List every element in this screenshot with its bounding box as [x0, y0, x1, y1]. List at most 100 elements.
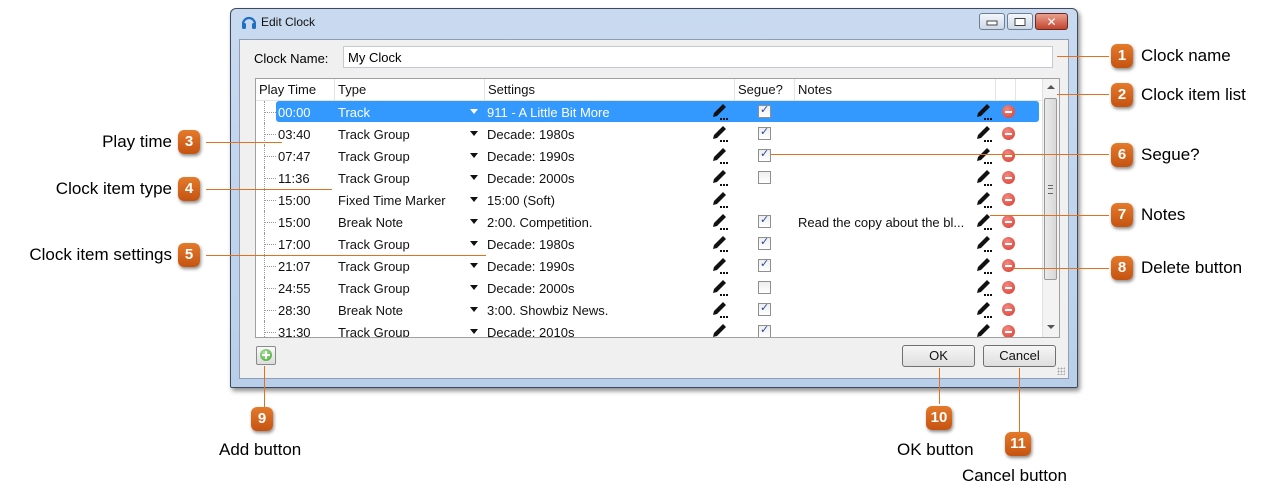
segue-checkbox[interactable]: ✓ — [758, 125, 771, 140]
segue-checkbox[interactable]: ✓ — [758, 235, 771, 250]
delete-icon[interactable] — [1002, 149, 1015, 162]
segue-checkbox[interactable] — [758, 281, 771, 294]
maximize-button[interactable] — [1007, 13, 1033, 30]
edit-settings-icon[interactable] — [710, 125, 730, 143]
play-time-cell[interactable]: 15:00 — [278, 193, 311, 208]
type-dropdown-arrow-icon[interactable] — [470, 109, 478, 114]
header-type[interactable]: Type — [335, 79, 485, 100]
delete-icon[interactable] — [1002, 105, 1015, 118]
delete-icon[interactable] — [1002, 281, 1015, 294]
play-time-cell[interactable]: 00:00 — [278, 105, 311, 120]
edit-settings-icon[interactable] — [710, 147, 730, 165]
type-dropdown-arrow-icon[interactable] — [470, 175, 478, 180]
vertical-scrollbar[interactable] — [1042, 79, 1059, 337]
type-cell[interactable]: Track Group — [338, 127, 410, 142]
delete-icon[interactable] — [1002, 127, 1015, 140]
type-dropdown-arrow-icon[interactable] — [470, 263, 478, 268]
type-dropdown-arrow-icon[interactable] — [470, 307, 478, 312]
edit-notes-icon[interactable] — [974, 191, 994, 209]
edit-settings-icon[interactable] — [710, 279, 730, 297]
segue-checkbox[interactable]: ✓ — [758, 257, 771, 272]
settings-cell[interactable]: Decade: 1980s — [487, 127, 574, 142]
play-time-cell[interactable]: 17:00 — [278, 237, 311, 252]
resize-grip-icon[interactable] — [1057, 367, 1065, 375]
play-time-cell[interactable]: 15:00 — [278, 215, 311, 230]
play-time-cell[interactable]: 03:40 — [278, 127, 311, 142]
type-cell[interactable]: Track — [338, 105, 370, 120]
table-row[interactable]: 11:36 Track Group Decade: 2000s — [256, 167, 1043, 189]
play-time-cell[interactable]: 07:47 — [278, 149, 311, 164]
scroll-thumb[interactable] — [1044, 98, 1057, 280]
edit-settings-icon[interactable] — [710, 169, 730, 187]
settings-cell[interactable]: Decade: 1980s — [487, 237, 574, 252]
settings-cell[interactable]: Decade: 1990s — [487, 259, 574, 274]
edit-notes-icon[interactable] — [974, 279, 994, 297]
edit-settings-icon[interactable] — [710, 235, 730, 253]
segue-checkbox[interactable]: ✓ — [758, 103, 771, 118]
edit-settings-icon[interactable] — [710, 323, 730, 337]
settings-cell[interactable]: Decade: 2010s — [487, 325, 574, 337]
scroll-up-icon[interactable] — [1047, 85, 1055, 89]
type-dropdown-arrow-icon[interactable] — [470, 131, 478, 136]
type-dropdown-arrow-icon[interactable] — [470, 153, 478, 158]
delete-icon[interactable] — [1002, 237, 1015, 250]
settings-cell[interactable]: 15:00 (Soft) — [487, 193, 555, 208]
edit-settings-icon[interactable] — [710, 103, 730, 121]
play-time-cell[interactable]: 21:07 — [278, 259, 311, 274]
segue-checkbox[interactable]: ✓ — [758, 301, 771, 316]
type-dropdown-arrow-icon[interactable] — [470, 285, 478, 290]
segue-checkbox[interactable]: ✓ — [758, 323, 771, 337]
edit-notes-icon[interactable] — [974, 147, 994, 165]
title-bar[interactable]: Edit Clock ✕ — [231, 9, 1077, 35]
edit-notes-icon[interactable] — [974, 103, 994, 121]
edit-settings-icon[interactable] — [710, 301, 730, 319]
table-row[interactable]: 28:30 Break Note 3:00. Showbiz News. ✓ — [256, 299, 1043, 321]
segue-checkbox[interactable]: ✓ — [758, 213, 771, 228]
type-cell[interactable]: Break Note — [338, 303, 403, 318]
settings-cell[interactable]: 911 - A Little Bit More — [487, 105, 610, 120]
header-settings[interactable]: Settings — [485, 79, 735, 100]
cancel-button[interactable]: Cancel — [983, 345, 1056, 367]
type-cell[interactable]: Break Note — [338, 215, 403, 230]
header-play-time[interactable]: Play Time — [256, 79, 335, 100]
delete-icon[interactable] — [1002, 325, 1015, 337]
settings-cell[interactable]: Decade: 1990s — [487, 149, 574, 164]
play-time-cell[interactable]: 11:36 — [278, 171, 310, 186]
close-button[interactable]: ✕ — [1035, 13, 1068, 30]
header-segue[interactable]: Segue? — [735, 79, 795, 100]
type-cell[interactable]: Track Group — [338, 237, 410, 252]
play-time-cell[interactable]: 28:30 — [278, 303, 311, 318]
segue-checkbox[interactable]: ✓ — [758, 147, 771, 162]
delete-icon[interactable] — [1002, 193, 1015, 206]
notes-cell[interactable]: Read the copy about the bl... — [798, 215, 964, 230]
settings-cell[interactable]: 3:00. Showbiz News. — [487, 303, 608, 318]
edit-settings-icon[interactable] — [710, 213, 730, 231]
edit-notes-icon[interactable] — [974, 125, 994, 143]
table-row[interactable]: 17:00 Track Group Decade: 1980s ✓ — [256, 233, 1043, 255]
type-dropdown-arrow-icon[interactable] — [470, 329, 478, 334]
table-row[interactable]: 24:55 Track Group Decade: 2000s — [256, 277, 1043, 299]
edit-settings-icon[interactable] — [710, 191, 730, 209]
type-dropdown-arrow-icon[interactable] — [470, 219, 478, 224]
type-cell[interactable]: Track Group — [338, 259, 410, 274]
edit-notes-icon[interactable] — [974, 235, 994, 253]
settings-cell[interactable]: 2:00. Competition. — [487, 215, 593, 230]
type-cell[interactable]: Track Group — [338, 281, 410, 296]
settings-cell[interactable]: Decade: 2000s — [487, 281, 574, 296]
edit-notes-icon[interactable] — [974, 301, 994, 319]
table-row[interactable]: 03:40 Track Group Decade: 1980s ✓ — [256, 123, 1043, 145]
clock-item-list[interactable]: Play Time Type Settings Segue? Notes 00:… — [255, 78, 1060, 338]
table-row[interactable]: 07:47 Track Group Decade: 1990s ✓ — [256, 145, 1043, 167]
type-cell[interactable]: Track Group — [338, 325, 410, 337]
minimize-button[interactable] — [979, 13, 1005, 30]
add-button[interactable] — [256, 346, 276, 365]
edit-notes-icon[interactable] — [974, 257, 994, 275]
type-dropdown-arrow-icon[interactable] — [470, 197, 478, 202]
scroll-down-icon[interactable] — [1047, 325, 1055, 329]
clock-name-input[interactable] — [343, 46, 1053, 68]
settings-cell[interactable]: Decade: 2000s — [487, 171, 574, 186]
table-row[interactable]: 31:30 Track Group Decade: 2010s ✓ — [256, 321, 1043, 337]
type-dropdown-arrow-icon[interactable] — [470, 241, 478, 246]
type-cell[interactable]: Track Group — [338, 171, 410, 186]
table-row[interactable]: 15:00 Break Note 2:00. Competition. ✓ Read t… — [256, 211, 1043, 233]
